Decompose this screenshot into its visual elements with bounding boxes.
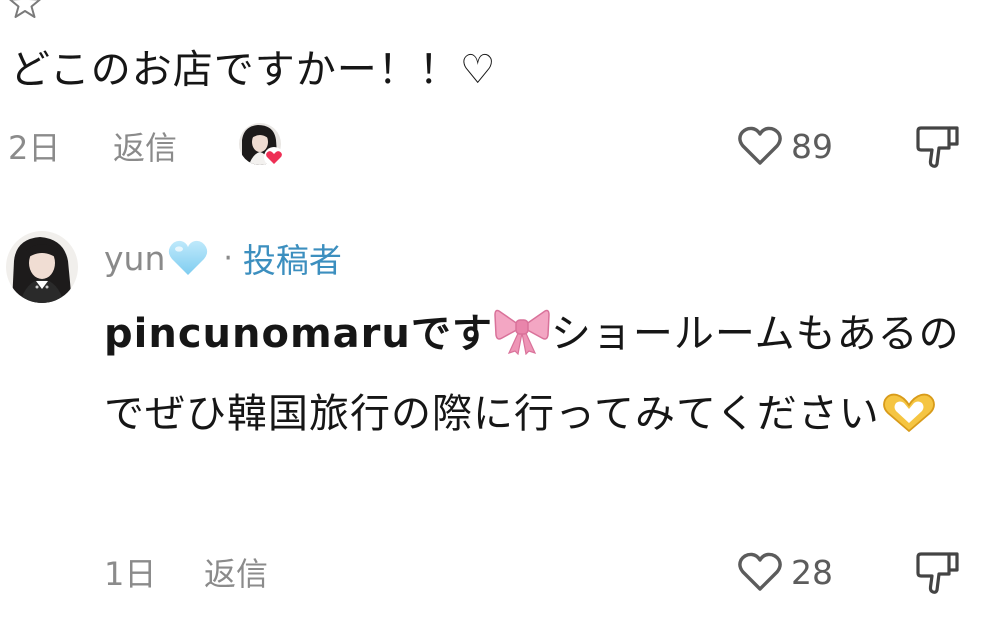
ribbon-emoji bbox=[494, 309, 550, 355]
avatar[interactable] bbox=[6, 231, 78, 303]
comment-time: 2日 bbox=[8, 129, 61, 167]
like-count: 28 bbox=[791, 552, 833, 592]
dislike-icon[interactable] bbox=[915, 124, 961, 170]
like-button[interactable]: 28 bbox=[737, 547, 833, 597]
comment-time: 1日 bbox=[104, 555, 157, 593]
heart-outline-icon[interactable] bbox=[737, 125, 783, 167]
author-badge: 投稿者 bbox=[242, 241, 342, 280]
separator-dot: · bbox=[223, 240, 233, 276]
comment-header: yun · 投稿者 bbox=[104, 234, 342, 282]
comment-text-part: pincunomaruです bbox=[104, 311, 493, 357]
reply-button[interactable]: 返信 bbox=[204, 549, 268, 595]
reply-button[interactable]: 返信 bbox=[113, 123, 177, 169]
dislike-icon[interactable] bbox=[915, 550, 961, 596]
comment-text: pincunomaruです ショールームもあるのでぜひ韓国旅行の際に行ってみてく… bbox=[104, 294, 984, 454]
like-count: 89 bbox=[791, 126, 833, 166]
star-icon bbox=[9, 0, 41, 18]
creator-liked-avatar bbox=[239, 123, 284, 167]
username[interactable]: yun bbox=[104, 239, 165, 278]
comment-text: どこのお店ですかー！！♡ bbox=[10, 47, 497, 93]
comment-meta-row: 2日 bbox=[8, 121, 60, 171]
heart-hands-emoji bbox=[882, 393, 935, 433]
like-button[interactable]: 89 bbox=[737, 121, 833, 171]
heart-outline-icon[interactable] bbox=[737, 551, 783, 593]
light-blue-heart-emoji bbox=[169, 240, 208, 275]
